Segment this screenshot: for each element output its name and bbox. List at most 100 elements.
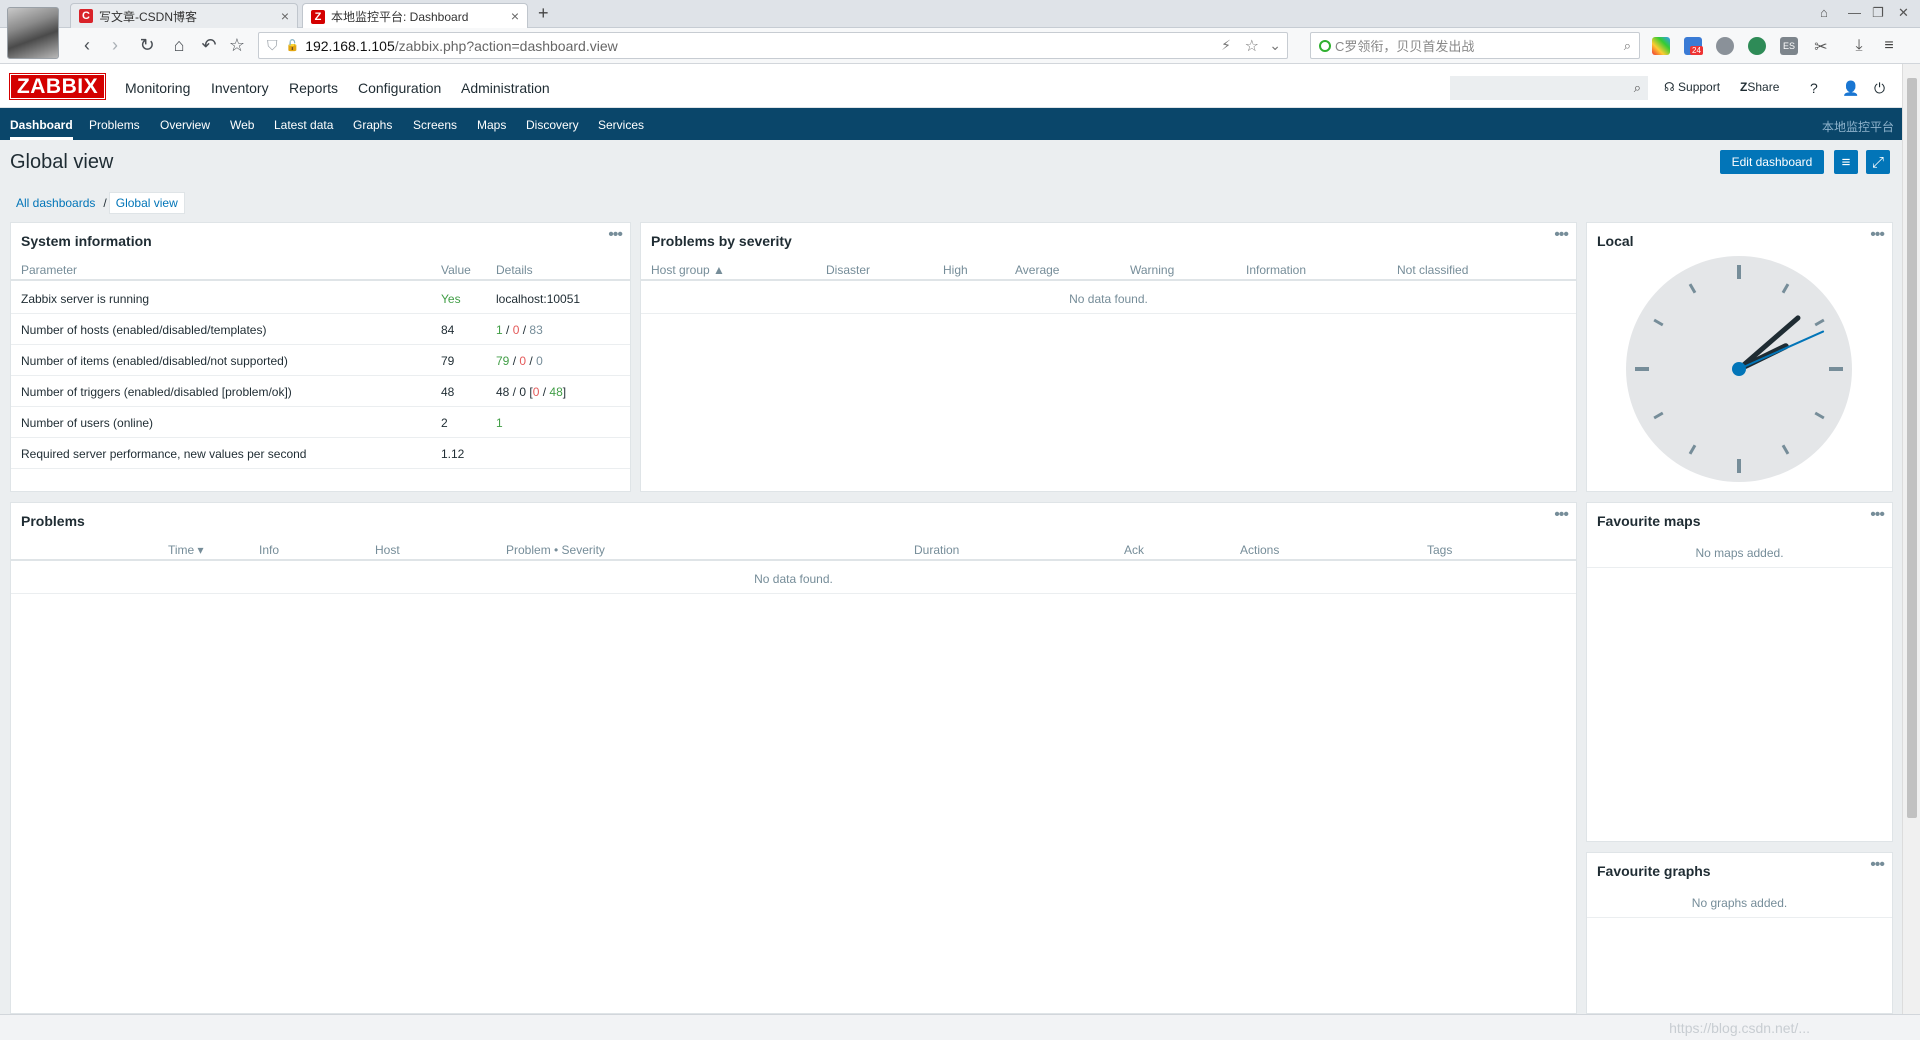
search-icon[interactable]: ⌕: [1634, 80, 1641, 96]
col-actions: Actions: [1240, 543, 1280, 557]
disabled-count: 0: [519, 354, 527, 368]
back-icon[interactable]: ‹: [76, 34, 98, 56]
url-path: /zabbix.php?action=dashboard.view: [394, 37, 618, 54]
col-duration: Duration: [914, 543, 960, 557]
dropdown-icon[interactable]: ⌄: [1269, 37, 1281, 54]
submenu-latest-data[interactable]: Latest data: [274, 118, 333, 132]
submenu-dashboard[interactable]: Dashboard: [10, 118, 73, 140]
col-value[interactable]: Value: [441, 263, 471, 277]
close-tab-icon[interactable]: ×: [281, 8, 289, 24]
col-details[interactable]: Details: [496, 263, 533, 277]
help-icon[interactable]: ?: [1810, 80, 1818, 96]
widget-more-icon[interactable]: •••: [1554, 226, 1569, 244]
widget-more-icon[interactable]: •••: [1870, 226, 1885, 244]
close-window-icon[interactable]: ✕: [1898, 5, 1909, 21]
browser-tab-csdn[interactable]: C 写文章-CSDN博客 ×: [70, 3, 298, 28]
menu-monitoring[interactable]: Monitoring: [125, 80, 190, 98]
apps-icon[interactable]: [1652, 37, 1670, 55]
col-tags: Tags: [1427, 543, 1453, 557]
widget-title: Favourite graphs: [1597, 863, 1711, 879]
favorite-star-icon[interactable]: ☆: [226, 34, 248, 56]
submenu-problems[interactable]: Problems: [89, 118, 140, 132]
table-header: Parameter Value Details: [11, 257, 630, 281]
breadcrumb-all-dashboards[interactable]: All dashboards: [10, 193, 101, 213]
menu-reports[interactable]: Reports: [289, 80, 338, 96]
widget-more-icon[interactable]: •••: [1870, 506, 1885, 524]
gamepad-ext-icon[interactable]: [1716, 37, 1734, 55]
widget-title: Favourite maps: [1597, 513, 1701, 529]
enabled-count: 1: [496, 323, 503, 337]
minimize-icon[interactable]: —: [1848, 5, 1861, 20]
widget-more-icon[interactable]: •••: [1554, 506, 1569, 524]
zabbix-logo[interactable]: ZABBIX: [9, 73, 106, 100]
reload-icon[interactable]: ↻: [136, 34, 158, 56]
menu-configuration[interactable]: Configuration: [358, 80, 441, 96]
support-link[interactable]: ☊ Support: [1664, 80, 1720, 94]
submenu-discovery[interactable]: Discovery: [526, 118, 579, 132]
address-bar[interactable]: ⛉ 🔓 192.168.1.105/zabbix.php?action=dash…: [258, 32, 1288, 59]
flash-icon[interactable]: ⚡: [1221, 37, 1231, 54]
zabbix-favicon-icon: Z: [311, 9, 325, 24]
download-icon[interactable]: ⤓: [1850, 37, 1868, 55]
breadcrumb-global-view[interactable]: Global view: [108, 192, 185, 214]
submenu-overview[interactable]: Overview: [160, 118, 210, 132]
user-avatar[interactable]: [7, 7, 59, 59]
submenu-screens[interactable]: Screens: [413, 118, 457, 132]
calendar-ext-icon[interactable]: 24: [1684, 37, 1703, 55]
zabbix-header: ZABBIX Monitoring Inventory Reports Conf…: [0, 64, 1902, 108]
col-time[interactable]: Time ▾: [168, 543, 204, 557]
globe-ext-icon[interactable]: [1748, 37, 1766, 55]
skin-icon[interactable]: ⌂: [1820, 5, 1828, 20]
dashboard-menu-icon[interactable]: ≡: [1834, 150, 1858, 174]
new-tab-icon[interactable]: +: [538, 3, 549, 24]
col-parameter[interactable]: Parameter: [21, 263, 77, 277]
zabbix-search-input[interactable]: ⌕: [1450, 76, 1648, 100]
bookmark-star-icon[interactable]: ☆: [1245, 36, 1259, 56]
menu-inventory[interactable]: Inventory: [211, 80, 269, 96]
close-tab-icon[interactable]: ×: [511, 8, 519, 24]
submenu-services[interactable]: Services: [598, 118, 644, 132]
zabbix-submenu: Dashboard Problems Overview Web Latest d…: [0, 108, 1902, 140]
sign-out-icon[interactable]: ⏻: [1874, 80, 1885, 97]
fullscreen-icon[interactable]: ⤢: [1866, 150, 1890, 174]
widget-more-icon[interactable]: •••: [1870, 856, 1885, 874]
menu-administration[interactable]: Administration: [461, 80, 550, 96]
browser-search-input[interactable]: C罗领衔，贝贝首发出战 ⌕: [1310, 32, 1640, 59]
user-profile-icon[interactable]: 👤: [1842, 80, 1859, 97]
undo-icon[interactable]: ↶: [198, 34, 220, 56]
browser-tab-zabbix[interactable]: Z 本地监控平台: Dashboard ×: [302, 3, 528, 29]
edit-dashboard-button[interactable]: Edit dashboard: [1720, 150, 1824, 174]
submenu-graphs[interactable]: Graphs: [353, 118, 392, 132]
page-scrollbar[interactable]: [1902, 64, 1920, 1014]
row-details: 1 / 0 / 83: [496, 323, 543, 337]
widget-local-clock: Local •••: [1586, 222, 1893, 492]
menu-icon[interactable]: ≡: [1880, 37, 1898, 55]
table-row: Number of users (online) 2 1: [11, 407, 630, 438]
submenu-maps[interactable]: Maps: [477, 118, 506, 132]
support-label: Support: [1678, 80, 1721, 94]
row-param: Number of hosts (enabled/disabled/templa…: [21, 323, 267, 337]
scissors-icon[interactable]: ✂: [1812, 37, 1830, 56]
home-icon[interactable]: ⌂: [168, 34, 190, 56]
es-ext-icon[interactable]: ES: [1780, 37, 1798, 55]
submenu-web[interactable]: Web: [230, 118, 254, 132]
search-icon[interactable]: ⌕: [1624, 38, 1631, 54]
col-host-group[interactable]: Host group ▲: [651, 263, 725, 277]
widget-favourite-graphs: Favourite graphs ••• No graphs added.: [1586, 852, 1893, 1014]
row-value: 1.12: [441, 447, 465, 461]
col-high: High: [943, 263, 968, 277]
online-users-count: 1: [496, 416, 503, 430]
share-link[interactable]: ZShare: [1740, 80, 1779, 94]
col-warning: Warning: [1130, 263, 1175, 277]
restore-icon[interactable]: ❐: [1872, 5, 1884, 21]
col-host: Host: [375, 543, 400, 557]
no-graphs-message: No graphs added.: [1587, 887, 1892, 918]
row-value: 84: [441, 323, 455, 337]
forward-icon[interactable]: ›: [104, 34, 126, 56]
widget-more-icon[interactable]: •••: [608, 226, 623, 244]
ext-badge: 24: [1690, 46, 1703, 55]
scrollbar-thumb[interactable]: [1907, 78, 1917, 818]
row-param: Number of triggers (enabled/disabled [pr…: [21, 385, 292, 399]
browser-status-bar: https://blog.csdn.net/...: [0, 1014, 1920, 1040]
analog-clock: [1626, 256, 1852, 482]
